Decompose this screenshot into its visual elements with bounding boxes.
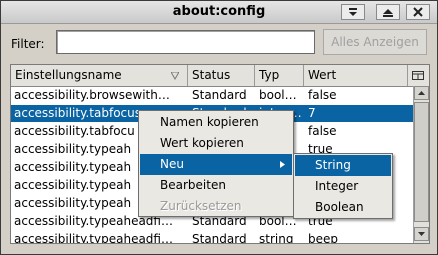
scroll-down-button[interactable] <box>414 227 429 241</box>
sort-indicator-icon <box>171 72 179 80</box>
window-title: about:config <box>172 4 266 19</box>
maximize-icon <box>383 9 393 17</box>
pref-value: beep <box>308 232 338 244</box>
menu-item-reset: Zurücksetzen <box>160 199 242 213</box>
table-row[interactable]: accessibility.browsewith… Standard bool…… <box>11 87 413 104</box>
column-header-name-label: Einstellungsname <box>15 68 122 82</box>
submenu-item-integer[interactable]: Integer <box>295 176 391 197</box>
submenu-item-string[interactable]: String <box>295 155 391 176</box>
menu-arrow-icon <box>349 8 357 16</box>
column-header-name[interactable]: Einstellungsname <box>11 65 188 86</box>
scrollbar-thumb[interactable] <box>414 102 429 222</box>
column-header-value[interactable]: Wert <box>304 65 408 86</box>
scroll-up-button[interactable] <box>414 86 429 100</box>
pref-status: Standard <box>192 88 247 102</box>
pref-type: string <box>259 232 294 244</box>
pref-name: accessibility.browsewith… <box>14 88 170 102</box>
menu-item-edit[interactable]: Bearbeiten <box>140 175 292 196</box>
maximize-button[interactable] <box>376 4 400 20</box>
scroll-up-icon <box>418 91 425 95</box>
vertical-scrollbar[interactable] <box>413 86 429 243</box>
pref-value: false <box>308 88 337 102</box>
close-icon <box>413 7 423 17</box>
pref-status: Standard <box>192 232 247 244</box>
column-header-status[interactable]: Status <box>188 65 255 86</box>
show-all-button[interactable]: Alles Anzeigen <box>323 29 427 55</box>
pref-name: accessibility.typeaheadfi… <box>14 232 173 244</box>
menu-button[interactable] <box>341 4 365 20</box>
column-picker-icon <box>412 71 424 80</box>
menu-item-new[interactable]: Neu <box>140 154 292 175</box>
table-row[interactable]: accessibility.typeaheadfi… Standard stri… <box>11 231 413 244</box>
filter-input[interactable] <box>56 30 315 54</box>
pref-type: bool… <box>259 88 297 102</box>
menu-item-new-label: Neu <box>160 157 184 171</box>
column-header: Einstellungsname Status Typ Wert <box>11 65 429 87</box>
new-submenu: String Integer Boolean <box>293 153 393 219</box>
column-picker-button[interactable] <box>408 65 429 86</box>
title-bar: about:config <box>1 1 437 24</box>
menu-item-copy-name[interactable]: Namen kopieren <box>140 112 292 133</box>
pref-value: 7 <box>308 106 316 120</box>
column-header-type[interactable]: Typ <box>255 65 304 86</box>
pref-value: false <box>308 124 337 138</box>
context-menu: Namen kopieren Wert kopieren Neu Bearbei… <box>138 110 294 217</box>
menu-item-copy-value[interactable]: Wert kopieren <box>140 133 292 154</box>
close-button[interactable] <box>406 4 430 20</box>
submenu-arrow-icon <box>280 161 285 168</box>
submenu-item-boolean[interactable]: Boolean <box>295 197 391 218</box>
scroll-down-icon <box>418 232 425 236</box>
filter-label: Filter: <box>11 37 45 51</box>
